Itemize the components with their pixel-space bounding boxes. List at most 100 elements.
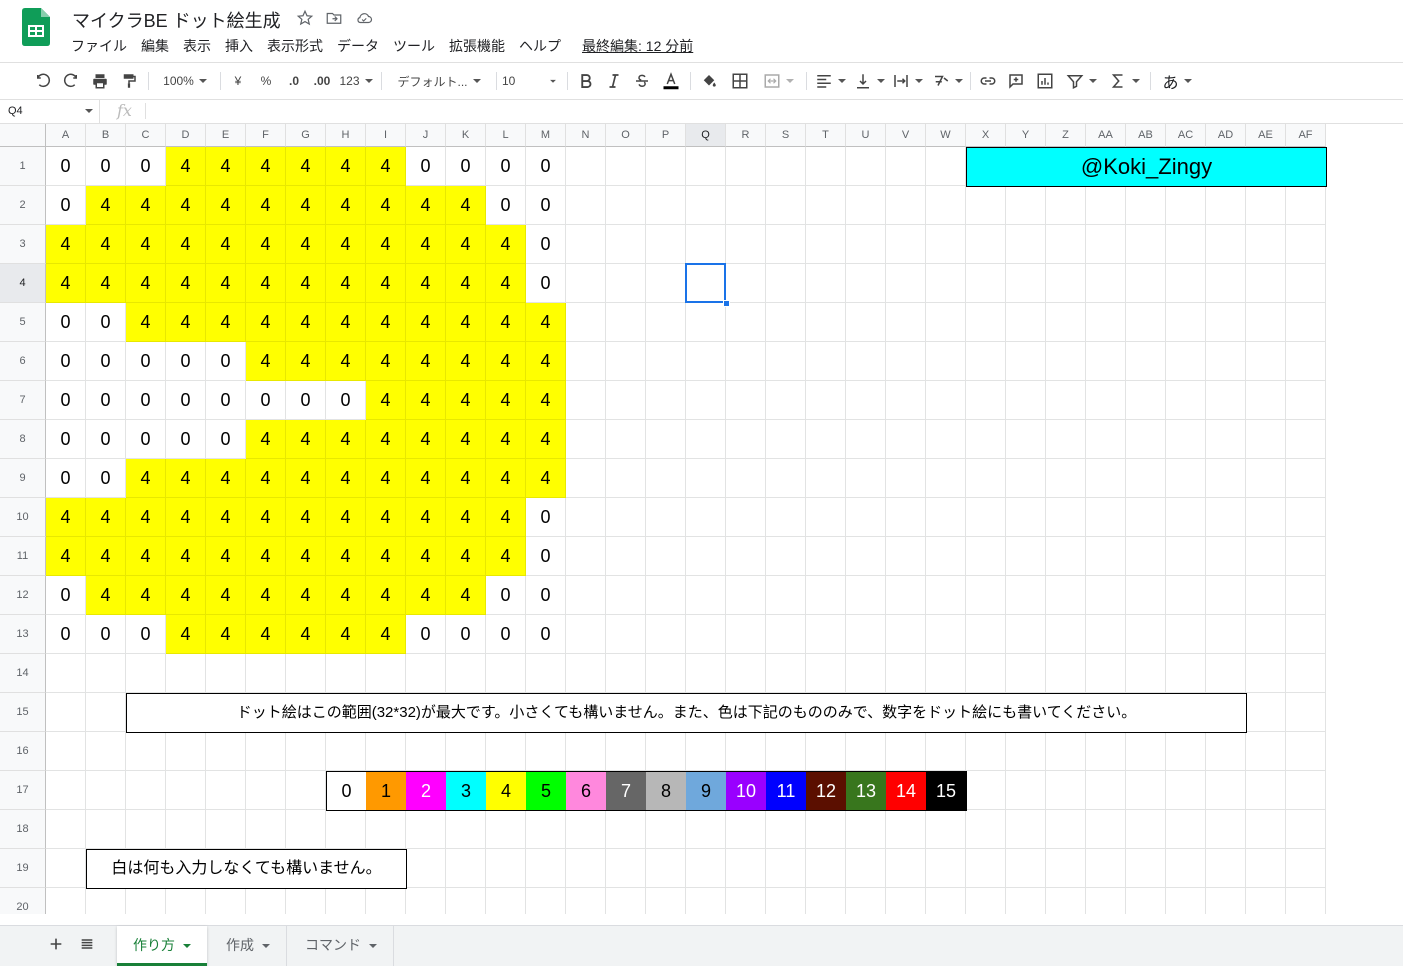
cell[interactable] bbox=[1286, 693, 1326, 732]
cell[interactable] bbox=[886, 147, 926, 186]
cell[interactable] bbox=[326, 888, 366, 914]
cell[interactable] bbox=[926, 732, 966, 771]
cell[interactable] bbox=[1126, 537, 1166, 576]
cell[interactable] bbox=[1086, 849, 1126, 888]
cell[interactable] bbox=[1006, 654, 1046, 693]
pixel-cell[interactable]: 4 bbox=[446, 498, 486, 537]
pixel-cell[interactable]: 4 bbox=[166, 147, 206, 186]
pixel-cell[interactable]: 0 bbox=[46, 420, 86, 459]
cell[interactable] bbox=[606, 147, 646, 186]
cell[interactable] bbox=[886, 537, 926, 576]
pixel-cell[interactable]: 4 bbox=[366, 303, 406, 342]
cell[interactable] bbox=[1206, 264, 1246, 303]
cell[interactable] bbox=[846, 576, 886, 615]
pixel-cell[interactable]: 4 bbox=[366, 147, 406, 186]
currency-button[interactable]: ¥ bbox=[228, 63, 248, 99]
pixel-cell[interactable]: 0 bbox=[246, 381, 286, 420]
cell[interactable] bbox=[1086, 225, 1126, 264]
cell[interactable] bbox=[1246, 888, 1286, 914]
cell[interactable] bbox=[726, 615, 766, 654]
horizontal-align-icon[interactable] bbox=[813, 63, 847, 99]
cell[interactable] bbox=[286, 732, 326, 771]
cell[interactable] bbox=[646, 381, 686, 420]
row-header-3[interactable]: 3 bbox=[0, 225, 46, 264]
cell[interactable] bbox=[1006, 537, 1046, 576]
cell[interactable] bbox=[1246, 810, 1286, 849]
cell[interactable] bbox=[566, 888, 606, 914]
pixel-cell[interactable]: 4 bbox=[166, 225, 206, 264]
cell[interactable] bbox=[1206, 810, 1246, 849]
pixel-cell[interactable]: 4 bbox=[246, 576, 286, 615]
pixel-cell[interactable]: 0 bbox=[46, 459, 86, 498]
row-header-11[interactable]: 11 bbox=[0, 537, 46, 576]
pixel-cell[interactable]: 0 bbox=[86, 420, 126, 459]
column-header-w[interactable]: W bbox=[926, 124, 966, 147]
menu-data[interactable]: データ bbox=[330, 36, 386, 56]
cell[interactable] bbox=[1286, 537, 1326, 576]
cell[interactable] bbox=[1006, 459, 1046, 498]
cell[interactable] bbox=[1206, 303, 1246, 342]
pixel-cell[interactable]: 4 bbox=[366, 576, 406, 615]
sheet-tab-create[interactable]: 作成 bbox=[210, 926, 287, 966]
cell[interactable] bbox=[526, 849, 566, 888]
cell[interactable] bbox=[926, 888, 966, 914]
cell[interactable] bbox=[726, 459, 766, 498]
cell[interactable] bbox=[766, 732, 806, 771]
cell[interactable] bbox=[1206, 654, 1246, 693]
chevron-down-icon[interactable] bbox=[546, 63, 560, 99]
cell[interactable] bbox=[726, 381, 766, 420]
cell[interactable] bbox=[566, 615, 606, 654]
cell[interactable] bbox=[286, 654, 326, 693]
cell[interactable] bbox=[886, 420, 926, 459]
cell[interactable] bbox=[326, 654, 366, 693]
cell[interactable] bbox=[1286, 225, 1326, 264]
pixel-cell[interactable]: 4 bbox=[526, 303, 566, 342]
cell[interactable] bbox=[366, 654, 406, 693]
cell[interactable] bbox=[726, 537, 766, 576]
row-header-7[interactable]: 7 bbox=[0, 381, 46, 420]
cell[interactable] bbox=[86, 732, 126, 771]
cell[interactable] bbox=[1286, 303, 1326, 342]
pixel-cell[interactable]: 4 bbox=[366, 186, 406, 225]
cell[interactable] bbox=[606, 381, 646, 420]
cell[interactable] bbox=[1086, 498, 1126, 537]
cell[interactable] bbox=[726, 849, 766, 888]
cell[interactable] bbox=[606, 537, 646, 576]
row-header-10[interactable]: 10 bbox=[0, 498, 46, 537]
pixel-cell[interactable]: 4 bbox=[126, 264, 166, 303]
cell[interactable] bbox=[846, 888, 886, 914]
column-header-a[interactable]: A bbox=[46, 124, 86, 147]
column-header-e[interactable]: E bbox=[206, 124, 246, 147]
cell[interactable] bbox=[1086, 303, 1126, 342]
cell[interactable] bbox=[206, 732, 246, 771]
pixel-cell[interactable]: 4 bbox=[86, 498, 126, 537]
pixel-cell[interactable]: 4 bbox=[166, 576, 206, 615]
column-header-b[interactable]: B bbox=[86, 124, 126, 147]
cell[interactable] bbox=[1166, 498, 1206, 537]
cell[interactable] bbox=[766, 264, 806, 303]
cell[interactable] bbox=[806, 615, 846, 654]
column-header-y[interactable]: Y bbox=[1006, 124, 1046, 147]
cell[interactable] bbox=[846, 147, 886, 186]
palette-swatch-6[interactable]: 6 bbox=[566, 771, 607, 811]
cell[interactable] bbox=[806, 264, 846, 303]
cell[interactable] bbox=[166, 810, 206, 849]
cell[interactable] bbox=[1206, 576, 1246, 615]
pixel-cell[interactable]: 4 bbox=[326, 342, 366, 381]
cell[interactable] bbox=[726, 654, 766, 693]
menu-extensions[interactable]: 拡張機能 bbox=[442, 36, 512, 56]
palette-swatch-1[interactable]: 1 bbox=[366, 771, 407, 811]
pixel-cell[interactable]: 0 bbox=[526, 615, 566, 654]
pixel-cell[interactable]: 0 bbox=[126, 342, 166, 381]
cell[interactable] bbox=[806, 576, 846, 615]
pixel-cell[interactable]: 4 bbox=[246, 147, 286, 186]
cell[interactable] bbox=[206, 654, 246, 693]
cell[interactable] bbox=[766, 537, 806, 576]
cell[interactable] bbox=[1086, 732, 1126, 771]
cell[interactable] bbox=[46, 888, 86, 914]
cell[interactable] bbox=[1206, 615, 1246, 654]
cell[interactable] bbox=[926, 615, 966, 654]
pixel-cell[interactable]: 0 bbox=[46, 147, 86, 186]
pixel-cell[interactable]: 4 bbox=[366, 381, 406, 420]
cell[interactable] bbox=[926, 342, 966, 381]
